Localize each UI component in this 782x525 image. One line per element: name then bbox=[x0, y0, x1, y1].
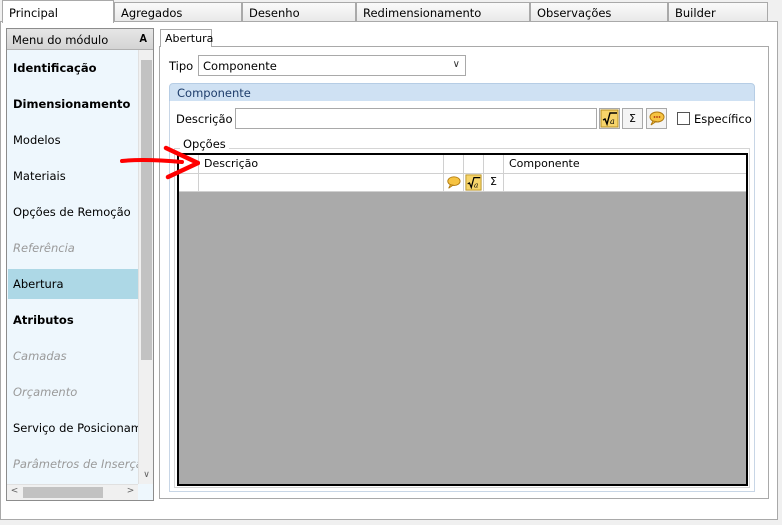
tab-label: Agregados bbox=[121, 6, 183, 20]
grid-header: Descrição Componente bbox=[179, 155, 746, 174]
sidebar-item-materiais[interactable]: Materiais bbox=[8, 161, 138, 191]
annotation-arrow-icon bbox=[120, 145, 200, 180]
scroll-thumb[interactable] bbox=[141, 60, 152, 360]
componente-group-header: Componente bbox=[169, 83, 755, 102]
comment-cell-button[interactable] bbox=[444, 174, 464, 191]
module-menu-sidebar: Menu do módulo 𝚨 Identificação Dimension… bbox=[6, 28, 154, 501]
sidebar-item-orcamento: Orçamento bbox=[13, 385, 78, 399]
tab-desenho[interactable]: Desenho bbox=[242, 2, 356, 22]
formula-cell-button[interactable]: a bbox=[464, 174, 484, 191]
sigma-icon: Σ bbox=[629, 112, 636, 125]
sum-cell-button[interactable]: Σ bbox=[484, 174, 504, 191]
tab-label: Observações bbox=[537, 6, 612, 20]
opcoes-grid[interactable]: Descrição Componente a Σ bbox=[177, 153, 748, 486]
tab-redimensionamento[interactable]: Redimensionamento bbox=[356, 2, 530, 22]
sidebar-horizontal-scrollbar[interactable]: < > bbox=[7, 484, 138, 500]
top-tab-bar: Principal Agregados Desenho Redimensiona… bbox=[0, 0, 782, 23]
svg-text:a: a bbox=[610, 117, 615, 126]
descricao-cell[interactable] bbox=[199, 174, 444, 191]
group-title: Componente bbox=[177, 86, 251, 100]
sidebar-title: Menu do módulo bbox=[12, 33, 109, 47]
tipo-label: Tipo bbox=[169, 59, 194, 73]
chevron-down-icon: ∨ bbox=[452, 59, 460, 70]
formula-button[interactable]: a bbox=[599, 108, 620, 129]
sum-button[interactable]: Σ bbox=[622, 108, 643, 129]
pin-icon[interactable]: 𝚨 bbox=[139, 32, 147, 46]
sidebar-item-parametros-insercao: Parâmetros de Inserção bbox=[13, 457, 138, 471]
comment-button[interactable] bbox=[646, 108, 667, 129]
speech-bubble-icon bbox=[649, 111, 665, 126]
tab-label: Principal bbox=[9, 6, 59, 20]
tab-agregados[interactable]: Agregados bbox=[114, 2, 242, 22]
sqrt-icon: a bbox=[600, 109, 619, 128]
sidebar-item-camadas: Camadas bbox=[13, 349, 67, 363]
sidebar-vertical-scrollbar[interactable]: ∨ bbox=[138, 50, 153, 484]
tab-label: Desenho bbox=[249, 6, 300, 20]
sidebar-item-dimensionamento[interactable]: Dimensionamento bbox=[8, 89, 138, 119]
table-row[interactable]: a Σ bbox=[179, 174, 746, 192]
tab-label: Abertura bbox=[165, 32, 214, 45]
column-header-blank bbox=[484, 155, 504, 173]
sidebar-item-referencia: Referência bbox=[13, 241, 75, 255]
chevron-right-icon[interactable]: > bbox=[123, 486, 138, 496]
chevron-left-icon[interactable]: < bbox=[7, 486, 22, 496]
sidebar-item-servico-posicionamento[interactable]: Serviço de Posicionamen bbox=[8, 413, 138, 443]
componente-cell[interactable] bbox=[504, 174, 746, 191]
descricao-label: Descrição bbox=[176, 112, 233, 126]
column-header-descricao[interactable]: Descrição bbox=[199, 155, 444, 173]
column-header-componente[interactable]: Componente bbox=[504, 155, 746, 173]
sidebar-item-modelos[interactable]: Modelos bbox=[8, 125, 138, 155]
sidebar-header: Menu do módulo 𝚨 bbox=[7, 29, 153, 50]
speech-bubble-icon bbox=[447, 176, 461, 189]
tab-label: Redimensionamento bbox=[363, 6, 482, 20]
especifico-checkbox[interactable] bbox=[677, 112, 690, 125]
sidebar-item-atributos[interactable]: Atributos bbox=[8, 305, 138, 335]
tipo-select[interactable]: Componente ∨ bbox=[198, 55, 466, 76]
scroll-thumb[interactable] bbox=[23, 487, 103, 498]
tipo-select-value: Componente bbox=[203, 59, 277, 73]
tab-label: Builder bbox=[675, 6, 716, 20]
svg-text:a: a bbox=[474, 180, 478, 189]
sidebar-item-opcoes-remocao[interactable]: Opções de Remoção bbox=[8, 197, 138, 227]
column-header-blank bbox=[464, 155, 484, 173]
sidebar-item-identificacao[interactable]: Identificação bbox=[8, 53, 138, 83]
column-header-blank bbox=[444, 155, 464, 173]
sqrt-icon: a bbox=[465, 174, 482, 191]
sidebar-item-abertura[interactable]: Abertura bbox=[8, 269, 138, 299]
sigma-icon: Σ bbox=[490, 175, 497, 188]
tab-abertura[interactable]: Abertura bbox=[160, 29, 214, 47]
tab-principal[interactable]: Principal bbox=[2, 0, 114, 23]
especifico-label: Específico bbox=[694, 112, 752, 126]
tab-observacoes[interactable]: Observações bbox=[530, 2, 668, 22]
chevron-down-icon[interactable]: ∨ bbox=[139, 470, 154, 480]
tab-builder[interactable]: Builder bbox=[668, 2, 768, 22]
descricao-input[interactable] bbox=[235, 108, 597, 129]
